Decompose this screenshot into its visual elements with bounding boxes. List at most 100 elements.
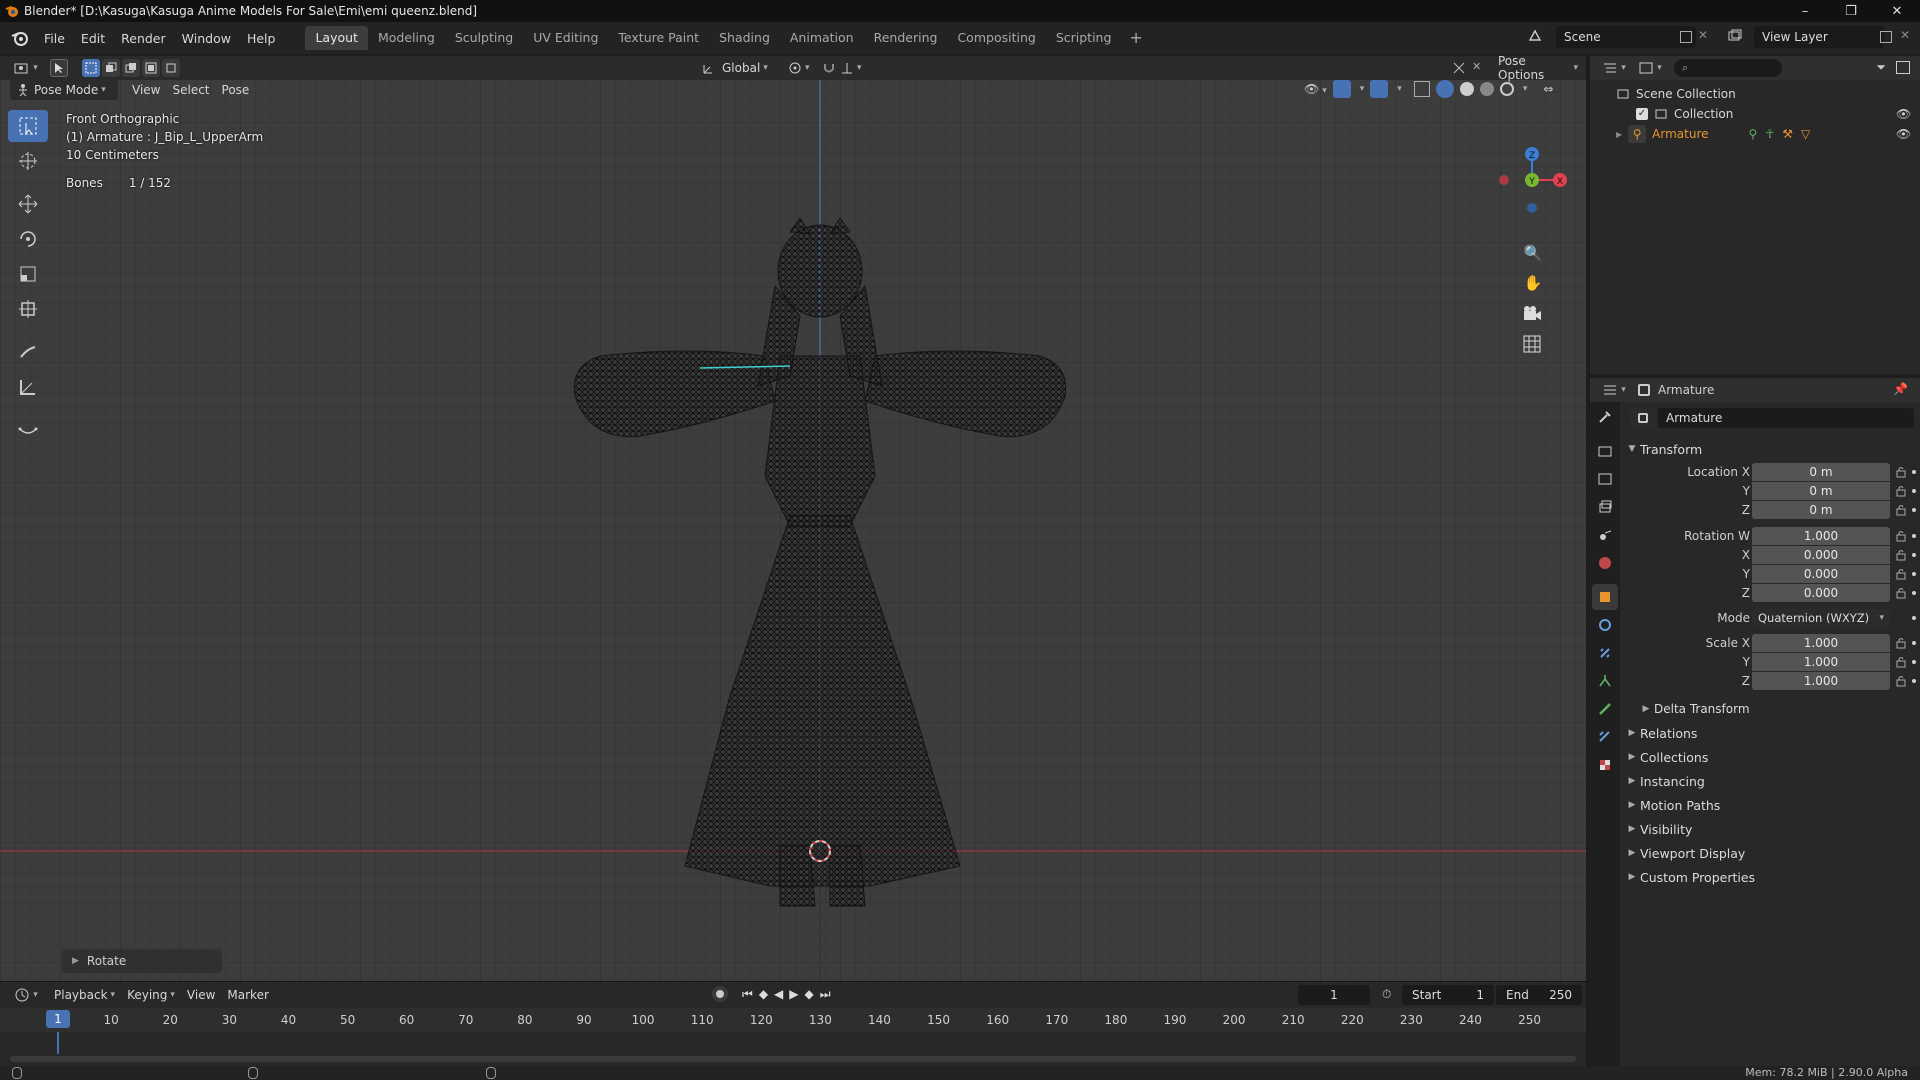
- scale-tool[interactable]: [8, 258, 48, 290]
- timeline-body[interactable]: [0, 1032, 1586, 1067]
- bone-icon[interactable]: ⚒: [1782, 127, 1793, 141]
- tab-compositing[interactable]: Compositing: [947, 26, 1045, 50]
- outliner-editor-type-icon[interactable]: ▾: [1600, 59, 1628, 77]
- pose-options-dropdown[interactable]: Pose Options ▾: [1492, 56, 1584, 82]
- lock-icon[interactable]: [1896, 504, 1906, 516]
- rotation-w-field[interactable]: 1.000: [1752, 527, 1890, 545]
- shading-rendered-icon[interactable]: [1499, 82, 1514, 96]
- jump-end-icon[interactable]: ⏭: [820, 987, 831, 1002]
- scale-y-field[interactable]: 1.000: [1752, 653, 1890, 671]
- new-scene-icon[interactable]: [1680, 31, 1692, 43]
- armature-data-icon[interactable]: ⚲: [1749, 127, 1758, 141]
- jump-start-icon[interactable]: ⏮: [742, 987, 753, 1002]
- menu-help[interactable]: Help: [239, 31, 284, 46]
- view-layer-icon[interactable]: [1726, 27, 1744, 45]
- menu-render[interactable]: Render: [113, 31, 174, 46]
- timeline-ruler[interactable]: 10 20 30 40 50 60 70 80 90 100 110 120 130 140 150 160 1…: [0, 1008, 1586, 1032]
- scale-x-field[interactable]: 1.000: [1752, 634, 1890, 652]
- location-z-field[interactable]: 0 m: [1752, 501, 1890, 519]
- end-frame-field[interactable]: End 250: [1496, 985, 1582, 1005]
- outliner-search-field[interactable]: ⌕: [1674, 59, 1782, 77]
- select-intersect-icon[interactable]: [162, 59, 180, 77]
- rotation-x-field[interactable]: 0.000: [1752, 546, 1890, 564]
- axis-gizmo[interactable]: Z X Y: [1476, 102, 1586, 252]
- visibility-icon[interactable]: 👁 ▾: [1304, 82, 1327, 96]
- cursor-tool[interactable]: [8, 145, 48, 177]
- bone-size-tool[interactable]: [8, 414, 48, 446]
- 3d-viewport[interactable]: ▾ Global ▾ ▾ ▾ ✕ Pose Options ▾ Pose Mod…: [0, 56, 1586, 981]
- tab-bone[interactable]: [1592, 696, 1618, 722]
- pan-hand-icon[interactable]: ✋: [1522, 274, 1544, 296]
- blender-menu-icon[interactable]: [10, 28, 30, 48]
- current-frame-field[interactable]: 1: [1298, 985, 1370, 1005]
- select-box-tool[interactable]: [8, 110, 48, 142]
- transform-tool[interactable]: [8, 293, 48, 325]
- record-keyframe-icon[interactable]: [712, 986, 728, 1002]
- tab-uv-editing[interactable]: UV Editing: [523, 26, 608, 50]
- menu-window[interactable]: Window: [174, 31, 239, 46]
- overlay-toggle-icon[interactable]: [1370, 80, 1389, 98]
- viewport-menu-view[interactable]: View: [126, 80, 166, 100]
- lock-icon[interactable]: [1896, 549, 1906, 561]
- delete-view-layer-icon[interactable]: ✕: [1900, 28, 1910, 42]
- tab-shading[interactable]: Shading: [709, 26, 780, 50]
- timeline-menu-marker[interactable]: Marker: [221, 985, 274, 1005]
- tab-scripting[interactable]: Scripting: [1046, 26, 1122, 50]
- tab-modeling[interactable]: Modeling: [368, 26, 445, 50]
- rotation-y-field[interactable]: 0.000: [1752, 565, 1890, 583]
- timeline-menu-keying[interactable]: Keying ▾: [121, 985, 181, 1005]
- pose-icon[interactable]: ☥: [1765, 127, 1774, 141]
- play-reverse-icon[interactable]: ◀: [774, 987, 783, 1001]
- last-operator-panel[interactable]: ▶ Rotate: [62, 949, 222, 973]
- scene-type-icon[interactable]: [1526, 27, 1544, 45]
- collection-visibility-eye-icon[interactable]: 👁: [1896, 107, 1911, 121]
- stopwatch-icon[interactable]: ⏱: [1382, 987, 1391, 1002]
- outliner-row-scene-collection[interactable]: Scene Collection: [1616, 84, 1736, 104]
- armature-visibility-eye-icon[interactable]: 👁: [1896, 127, 1911, 141]
- panel-viewport-display[interactable]: ▶ Viewport Display: [1624, 842, 1920, 864]
- panel-relations[interactable]: ▶ Relations: [1624, 722, 1920, 744]
- xray-toggle-icon[interactable]: [1413, 81, 1430, 97]
- object-name-input[interactable]: Armature: [1658, 408, 1914, 428]
- location-x-field[interactable]: 0 m: [1752, 463, 1890, 481]
- lock-icon[interactable]: [1896, 656, 1906, 668]
- outliner-row-armature[interactable]: ▶ ⚲ Armature ⚲ ☥ ⚒ ▽ 👁: [1616, 124, 1920, 144]
- panel-transform-header[interactable]: ▼ Transform: [1624, 438, 1920, 460]
- lock-icon[interactable]: [1896, 637, 1906, 649]
- scene-selector[interactable]: Scene: [1556, 26, 1696, 48]
- menu-edit[interactable]: Edit: [73, 31, 113, 46]
- tab-view-layer[interactable]: [1592, 494, 1618, 520]
- lock-icon[interactable]: [1896, 568, 1906, 580]
- tab-rendering[interactable]: Rendering: [864, 26, 948, 50]
- snap-toggle[interactable]: ▾: [816, 58, 868, 78]
- panel-custom-properties[interactable]: ▶ Custom Properties: [1624, 866, 1920, 888]
- panel-collections[interactable]: ▶ Collections: [1624, 746, 1920, 768]
- new-view-layer-icon[interactable]: [1880, 31, 1892, 43]
- tab-bone-constraints[interactable]: [1592, 724, 1618, 750]
- timeline-editor-type-icon[interactable]: ▾: [12, 986, 40, 1004]
- keyframe-dot-icon[interactable]: [1912, 660, 1916, 664]
- keyframe-dot-icon[interactable]: [1912, 508, 1916, 512]
- close-x-icon[interactable]: ✕: [1472, 60, 1481, 73]
- delete-scene-icon[interactable]: ✕: [1698, 28, 1708, 42]
- lock-icon[interactable]: [1896, 485, 1906, 497]
- tab-object[interactable]: [1592, 584, 1618, 610]
- select-invert-icon[interactable]: [142, 59, 160, 77]
- shading-wireframe-icon[interactable]: [1435, 80, 1454, 98]
- collection-checkbox[interactable]: ✓: [1636, 108, 1648, 120]
- tab-render[interactable]: [1592, 438, 1618, 464]
- measure-tool[interactable]: [8, 371, 48, 403]
- tab-world[interactable]: [1592, 550, 1618, 576]
- editor-type-icon[interactable]: ▾: [12, 59, 40, 77]
- tab-animation[interactable]: Animation: [780, 26, 864, 50]
- rotation-mode-dropdown[interactable]: Quaternion (WXYZ) ▾: [1752, 609, 1890, 627]
- expand-chevron-icon[interactable]: ▶: [1616, 130, 1622, 139]
- close-button[interactable]: ✕: [1874, 0, 1920, 22]
- select-mode-icon[interactable]: [50, 59, 68, 77]
- outliner-row-collection[interactable]: ✓ Collection 👁: [1636, 104, 1920, 124]
- rotation-z-field[interactable]: 0.000: [1752, 584, 1890, 602]
- lock-icon[interactable]: [1896, 530, 1906, 542]
- maximize-button[interactable]: ❐: [1828, 0, 1874, 22]
- tab-texture[interactable]: [1592, 752, 1618, 778]
- viewport-menu-select[interactable]: Select: [166, 80, 215, 100]
